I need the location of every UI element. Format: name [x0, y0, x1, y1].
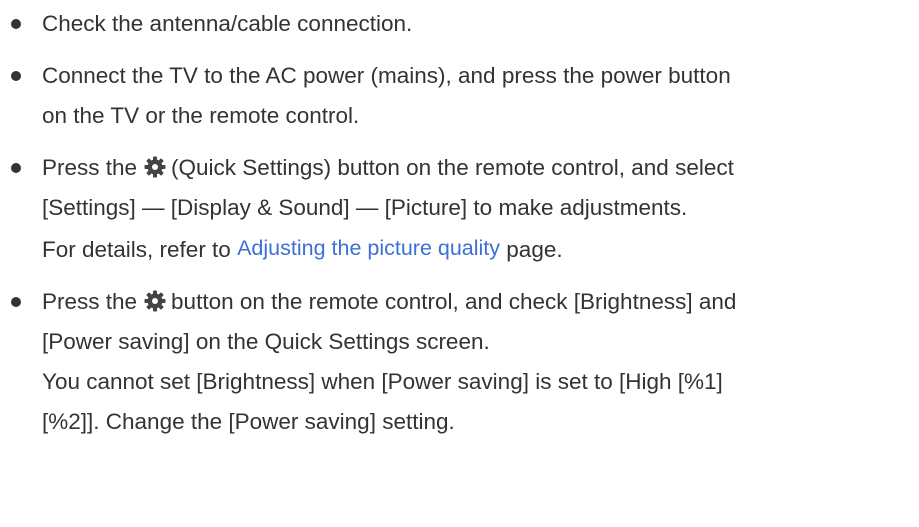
tip-text: For details, refer to	[42, 237, 231, 262]
troubleshooting-content: Check the antenna/cable connection. Conn…	[0, 0, 919, 527]
tip-text: You cannot set [Brightness] when [Power …	[42, 369, 723, 394]
adjusting-picture-quality-link[interactable]: Adjusting the picture quality	[237, 236, 500, 260]
list-item: Press the button on the remote control, …	[0, 282, 919, 442]
list-item: Check the antenna/cable connection.	[0, 4, 919, 44]
tip-text: page.	[506, 237, 563, 262]
bullet-icon	[11, 71, 21, 81]
tip-text: [Power saving] on the Quick Settings scr…	[42, 329, 490, 354]
list-item: Connect the TV to the AC power (mains), …	[0, 56, 919, 136]
gear-icon	[143, 155, 167, 179]
tip-text: [Settings] — [Display & Sound] — [Pictur…	[42, 195, 688, 220]
tip-line: For details, refer to Adjusting the pict…	[42, 228, 919, 270]
tip-line: Press the button on the remote control, …	[42, 282, 919, 322]
tip-text: Connect the TV to the AC power (mains), …	[42, 63, 731, 88]
tip-text: (Quick Settings) button on the remote co…	[171, 155, 734, 180]
tip-text: Check the antenna/cable connection.	[42, 11, 413, 36]
tip-text: button on the remote control, and check …	[171, 289, 737, 314]
tip-line: Press the (Quick Settings) button on the…	[42, 148, 919, 188]
list-item: Press the (Quick Settings) button on the…	[0, 148, 919, 270]
tips-list: Check the antenna/cable connection. Conn…	[0, 4, 919, 454]
bullet-icon	[11, 163, 21, 173]
tip-text: on the TV or the remote control.	[42, 103, 360, 128]
tip-text: [%2]]. Change the [Power saving] setting…	[42, 409, 455, 434]
bullet-icon	[11, 297, 21, 307]
gear-icon	[143, 289, 167, 313]
tip-text: Press the	[42, 289, 138, 314]
bullet-icon	[11, 19, 21, 29]
tip-text: Press the	[42, 155, 138, 180]
